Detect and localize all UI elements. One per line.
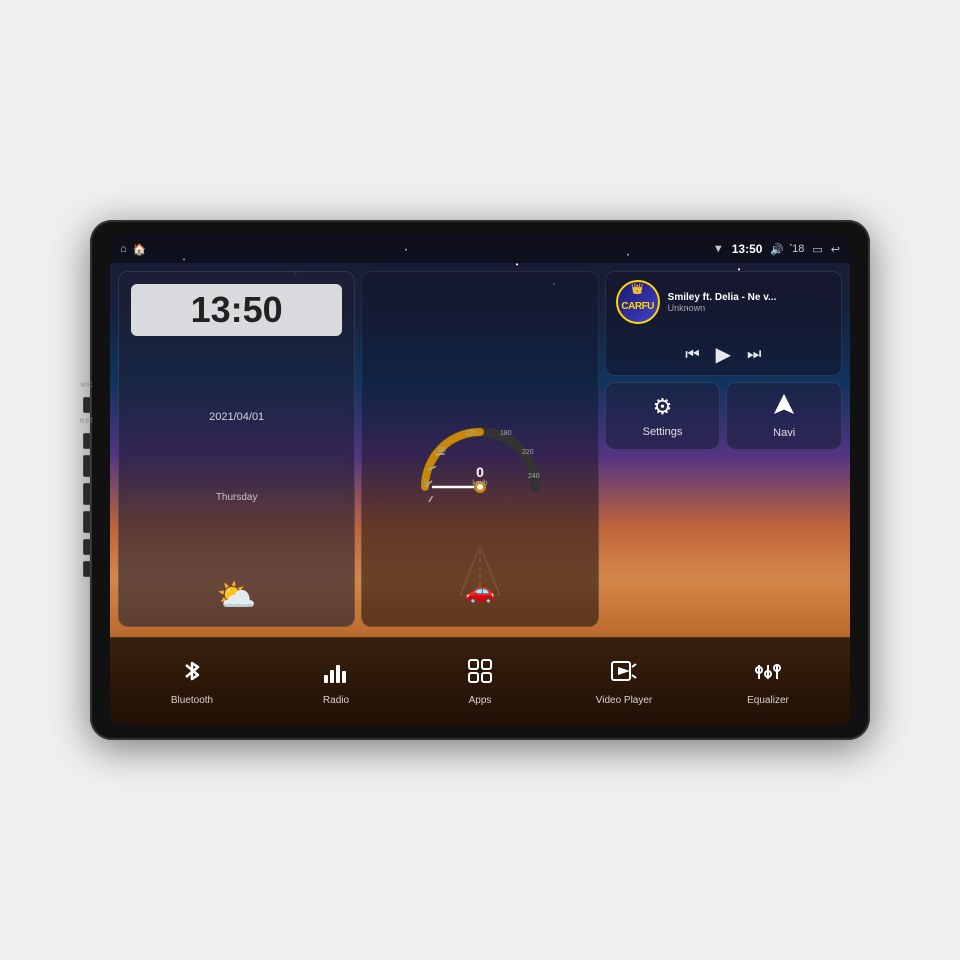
equalizer-dock-item[interactable]: Equalizer: [696, 649, 840, 714]
svg-text:220: 220: [522, 449, 534, 456]
screen-bezel: ⌂ 🏠 ▼ 13:50 🔊 18 ▭ ↩ 1: [110, 235, 850, 725]
apps-label: Apps: [469, 695, 492, 706]
speedometer-widget: 0 60 120 180 220 240 0: [361, 271, 598, 627]
navi-button[interactable]: Navi: [726, 382, 842, 450]
house-icon[interactable]: 🏠: [133, 243, 147, 256]
status-time: 13:50: [732, 242, 763, 256]
mic-label: MIC: [81, 383, 94, 389]
video-player-dock-item[interactable]: Video Player: [552, 649, 696, 714]
settings-navi-grid: ⚙ Settings Navi: [605, 382, 842, 450]
battery-icon: ▭: [812, 243, 822, 256]
navi-icon: [773, 393, 795, 421]
video-icon: [610, 657, 638, 690]
play-button[interactable]: ▶: [716, 342, 731, 367]
svg-text:km/h: km/h: [472, 480, 487, 487]
mic-button[interactable]: [83, 397, 91, 413]
home-icon[interactable]: ⌂: [120, 243, 127, 255]
prev-button[interactable]: ⏮: [685, 346, 699, 364]
music-widget[interactable]: 👑 CARFU Smiley ft. Delia - Ne v... Unkno…: [605, 271, 842, 376]
weather-icon: ⛅: [131, 576, 342, 614]
crown-icon: 👑: [631, 284, 643, 295]
radio-icon: [322, 657, 350, 690]
side-button-panel: MIC RST: [80, 383, 94, 577]
svg-text:0: 0: [476, 464, 484, 480]
settings-button[interactable]: ⚙ Settings: [605, 382, 721, 450]
clock-colon: :: [231, 289, 243, 330]
volume-level: 18: [792, 243, 804, 255]
navi-label: Navi: [773, 427, 795, 439]
apps-icon: [466, 657, 494, 690]
svg-text:120: 120: [465, 430, 477, 437]
vol-up-button[interactable]: [83, 539, 91, 555]
equalizer-icon: [754, 657, 782, 690]
clock-date: 2021/04/01: [131, 411, 342, 423]
car-head-unit: MIC RST ⌂ 🏠 ▼ 13:50 🔊 18 ▭: [90, 220, 870, 740]
clock-widget: 13:50 2021/04/01 Thursday ⛅: [118, 271, 355, 627]
vol-down-button[interactable]: [83, 561, 91, 577]
music-artist: Unknown: [668, 303, 831, 313]
music-logo-text: CARFU: [621, 301, 654, 312]
music-top: 👑 CARFU Smiley ft. Delia - Ne v... Unkno…: [606, 272, 841, 332]
music-logo: 👑 CARFU: [616, 280, 660, 324]
music-title: Smiley ft. Delia - Ne v...: [668, 292, 831, 303]
back-icon[interactable]: ↩: [831, 243, 840, 256]
screen: ⌂ 🏠 ▼ 13:50 🔊 18 ▭ ↩ 1: [110, 235, 850, 725]
equalizer-label: Equalizer: [747, 695, 789, 706]
bluetooth-dock-item[interactable]: Bluetooth: [120, 649, 264, 714]
radio-label: Radio: [323, 695, 349, 706]
clock-day: Thursday: [131, 492, 342, 503]
svg-text:240: 240: [528, 473, 540, 480]
speed-container: 0 60 120 180 220 240 0: [410, 402, 550, 507]
status-left-icons: ⌂ 🏠: [120, 243, 146, 256]
apps-dock-item[interactable]: Apps: [408, 649, 552, 714]
music-info: Smiley ft. Delia - Ne v... Unknown: [668, 292, 831, 313]
main-content: 13:50 2021/04/01 Thursday ⛅: [110, 263, 850, 635]
wifi-icon: ▼: [713, 243, 724, 255]
svg-text:180: 180: [500, 430, 512, 437]
clock-time: 13:50: [141, 292, 332, 328]
right-column: 👑 CARFU Smiley ft. Delia - Ne v... Unkno…: [605, 271, 842, 627]
video-player-label: Video Player: [596, 695, 653, 706]
bottom-dock: Bluetooth Radio: [110, 637, 850, 725]
status-right-area: ▼ 13:50 🔊 18 ▭ ↩: [713, 242, 840, 256]
rst-label: RST: [80, 419, 94, 425]
power-button[interactable]: [83, 455, 91, 477]
clock-hour: 13: [191, 289, 231, 330]
clock-minute: 50: [243, 289, 283, 330]
svg-text:60: 60: [438, 447, 446, 454]
settings-icon: ⚙: [653, 394, 673, 420]
settings-label: Settings: [643, 426, 683, 438]
rst-button[interactable]: [83, 433, 91, 449]
car-icon: 🚗: [465, 577, 495, 606]
speedometer-svg: 0 60 120 180 220 240 0: [410, 402, 550, 502]
back-side-button[interactable]: [83, 511, 91, 533]
home-side-button[interactable]: [83, 483, 91, 505]
volume-icon: 🔊: [770, 243, 784, 256]
music-controls: ⏮ ▶ ⏭: [606, 338, 841, 375]
status-bar: ⌂ 🏠 ▼ 13:50 🔊 18 ▭ ↩: [110, 235, 850, 263]
radio-dock-item[interactable]: Radio: [264, 649, 408, 714]
svg-text:0: 0: [424, 479, 428, 486]
clock-display: 13:50: [131, 284, 342, 336]
bluetooth-label: Bluetooth: [171, 695, 213, 706]
next-button[interactable]: ⏭: [747, 346, 761, 364]
bluetooth-icon: [178, 657, 206, 690]
